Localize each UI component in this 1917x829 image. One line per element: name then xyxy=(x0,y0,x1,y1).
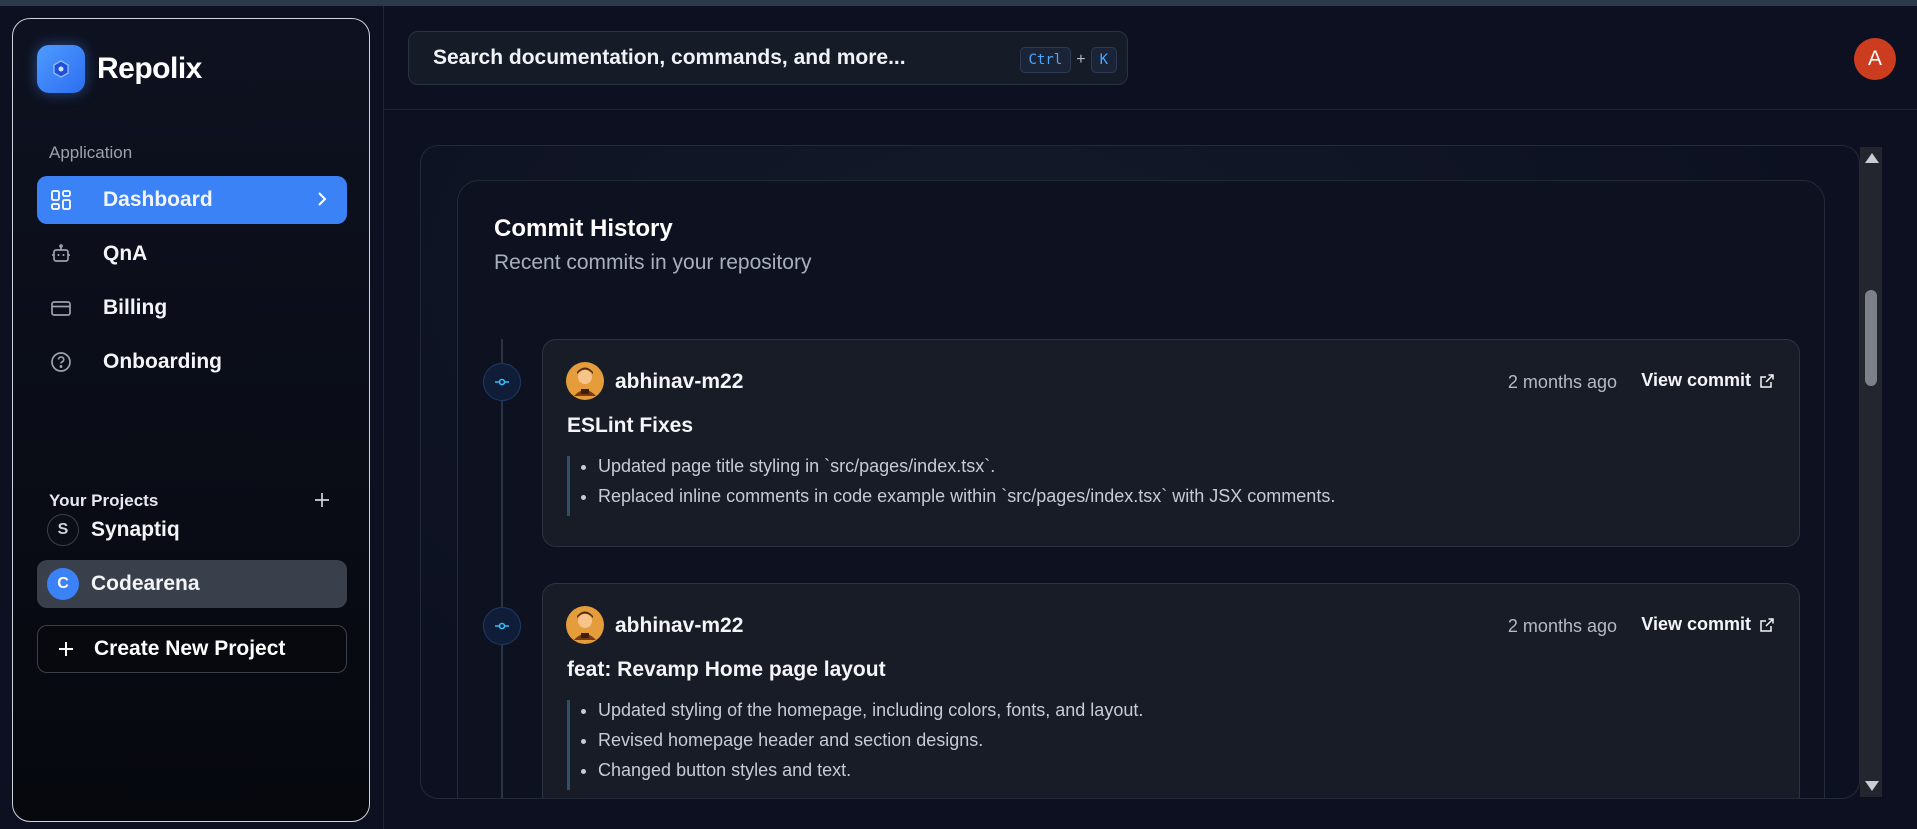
commit-author: abhinav-m22 xyxy=(615,614,744,637)
credit-card-icon xyxy=(49,296,73,320)
author-avatar xyxy=(566,362,604,400)
git-commit-icon xyxy=(483,363,521,401)
commit-time: 2 months ago xyxy=(1507,616,1617,636)
commit-note: Updated styling of the homepage, includi… xyxy=(598,700,1143,721)
search-placeholder: Search documentation, commands, and more… xyxy=(433,46,906,69)
content-panel: Commit History Recent commits in your re… xyxy=(420,145,1860,799)
kbd-k: K xyxy=(1090,47,1117,73)
brand[interactable]: Repolix xyxy=(37,45,202,93)
app-name: Repolix xyxy=(97,52,202,85)
git-commit-icon xyxy=(483,607,521,645)
sidebar-item-dashboard[interactable]: Dashboard xyxy=(37,176,347,224)
commit-notes: Updated page title styling in `src/pages… xyxy=(567,456,1335,516)
commit-author: abhinav-m22 xyxy=(615,370,744,393)
sidebar-item-onboarding[interactable]: Onboarding xyxy=(37,338,347,386)
view-commit-link[interactable]: View commit xyxy=(1641,370,1775,391)
plus-icon xyxy=(59,642,73,656)
repolix-logo-icon xyxy=(37,45,85,93)
sidebar-item-label: Dashboard xyxy=(103,188,213,211)
section-label-application: Application xyxy=(49,143,133,162)
sidebar-item-label: Billing xyxy=(103,296,168,319)
card-title: Commit History xyxy=(494,215,673,242)
keyboard-shortcut: Ctrl + K xyxy=(1019,47,1117,73)
sidebar-item-label: QnA xyxy=(103,242,148,265)
user-avatar[interactable]: A xyxy=(1854,38,1896,80)
card-subtitle: Recent commits in your repository xyxy=(494,251,812,274)
project-name: Codearena xyxy=(91,572,200,595)
kbd-ctrl: Ctrl xyxy=(1019,47,1072,73)
view-commit-label: View commit xyxy=(1641,370,1751,390)
commit-item: abhinav-m22 2 months ago View commit ESL… xyxy=(542,339,1800,547)
scroll-down-arrow-icon[interactable] xyxy=(1865,781,1879,791)
commit-item: abhinav-m22 2 months ago View commit fea… xyxy=(542,583,1800,798)
sidebar-divider xyxy=(383,6,384,829)
sidebar-item-billing[interactable]: Billing xyxy=(37,284,347,332)
commit-message: feat: Revamp Home page layout xyxy=(567,658,886,681)
create-new-project-button[interactable]: Create New Project xyxy=(37,625,347,673)
commit-history-card: Commit History Recent commits in your re… xyxy=(457,180,1825,798)
project-item-synaptiq[interactable]: S Synaptiq xyxy=(37,506,347,554)
search-bar[interactable]: Search documentation, commands, and more… xyxy=(408,31,1128,85)
external-link-icon xyxy=(1760,617,1774,632)
sidebar-item-label: Onboarding xyxy=(103,350,222,373)
chevron-right-icon xyxy=(311,188,333,215)
dashboard-icon xyxy=(49,188,73,212)
header-divider xyxy=(384,109,1917,110)
window-top-bar xyxy=(0,0,1917,6)
sidebar-item-qna[interactable]: QnA xyxy=(37,230,347,278)
commit-notes: Updated styling of the homepage, includi… xyxy=(567,700,1143,790)
commit-note: Replaced inline comments in code example… xyxy=(598,486,1335,507)
project-item-codearena[interactable]: C Codearena xyxy=(37,560,347,608)
commit-note: Revised homepage header and section desi… xyxy=(598,730,1143,751)
view-commit-label: View commit xyxy=(1641,614,1751,634)
scroll-thumb[interactable] xyxy=(1865,290,1877,386)
project-name: Synaptiq xyxy=(91,518,180,541)
external-link-icon xyxy=(1760,373,1774,388)
commit-note: Changed button styles and text. xyxy=(598,760,1143,781)
commit-message: ESLint Fixes xyxy=(567,414,694,437)
help-circle-icon xyxy=(49,350,73,374)
view-commit-link[interactable]: View commit xyxy=(1641,614,1775,635)
timeline-line xyxy=(501,339,503,798)
project-avatar: C xyxy=(47,568,79,600)
create-new-project-label: Create New Project xyxy=(94,637,286,660)
sidebar: Repolix Application Dashboard QnA Billin… xyxy=(12,18,370,822)
project-avatar: S xyxy=(47,514,79,546)
commit-time: 2 months ago xyxy=(1507,372,1617,392)
scroll-up-arrow-icon[interactable] xyxy=(1865,153,1879,163)
bot-icon xyxy=(49,242,73,266)
kbd-plus: + xyxy=(1076,51,1086,68)
commit-note: Updated page title styling in `src/pages… xyxy=(598,456,1335,477)
content-scrollbar[interactable] xyxy=(1860,147,1882,797)
author-avatar xyxy=(566,606,604,644)
